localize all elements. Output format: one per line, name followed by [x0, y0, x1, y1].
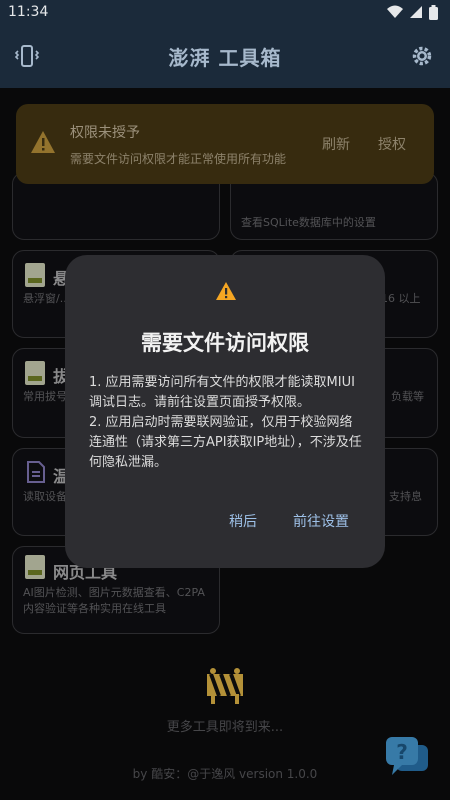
dialog-body: 1. 应用需要访问所有文件的权限才能读取MIUI调试日志。请前往设置页面授予权限…: [89, 373, 365, 473]
status-bar: 11:34: [0, 0, 450, 24]
permission-dialog: 需要文件访问权限 1. 应用需要访问所有文件的权限才能读取MIUI调试日志。请前…: [65, 255, 385, 568]
status-icons: [387, 4, 438, 20]
cellular-icon: [410, 6, 422, 18]
warning-icon: [215, 281, 237, 305]
dialog-body-item-2: 2. 应用启动时需要联网验证，仅用于校验网络连通性（请求第三方API获取IP地址…: [89, 415, 362, 470]
go-to-settings-button[interactable]: 前往设置: [293, 511, 349, 531]
vibrate-icon[interactable]: [14, 44, 40, 72]
gear-icon[interactable]: [410, 44, 434, 72]
status-time: 11:34: [8, 4, 49, 20]
dialog-body-item-1: 1. 应用需要访问所有文件的权限才能读取MIUI调试日志。请前往设置页面授予权限…: [89, 375, 355, 410]
battery-icon: [429, 4, 438, 20]
later-button[interactable]: 稍后: [229, 511, 257, 531]
app-title: 澎湃 工具箱: [168, 45, 282, 70]
wifi-icon: [387, 5, 403, 18]
app-bar: 澎湃 工具箱: [0, 24, 450, 88]
dialog-title: 需要文件访问权限: [141, 331, 309, 355]
